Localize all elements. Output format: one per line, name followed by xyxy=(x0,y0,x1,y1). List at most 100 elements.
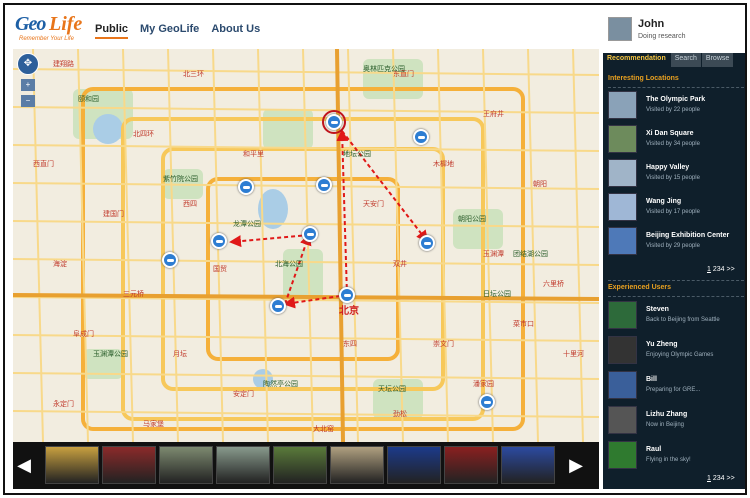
map-park-label: 日坛公园 xyxy=(483,291,511,298)
tab-search[interactable]: Search xyxy=(670,53,701,67)
map-view[interactable]: 建翔路 北三环 北四环 西直门 东直门 木樨地 建国门 西四 和平里 天安门 王府井 朝阳 海淀 三元桥国… xyxy=(13,49,599,442)
water-area xyxy=(93,114,123,144)
page-link[interactable]: 1 xyxy=(707,266,711,273)
location-visits: Visited by 17 people xyxy=(646,209,700,215)
user-name[interactable]: John xyxy=(638,18,664,30)
filmstrip-prev-icon[interactable]: ◀ xyxy=(17,454,31,476)
photo-thumbnail[interactable] xyxy=(330,446,384,484)
photo-thumbnail[interactable] xyxy=(444,446,498,484)
location-item[interactable]: Wang Jing Visited by 17 people xyxy=(608,193,744,223)
location-item[interactable]: Beijing Exhibition Center Visited by 29 … xyxy=(608,227,744,257)
location-title[interactable]: Happy Valley xyxy=(646,164,689,171)
location-marker[interactable] xyxy=(162,252,178,268)
avatar[interactable] xyxy=(608,371,637,399)
nav-my-geolife[interactable]: My GeoLife xyxy=(140,23,199,39)
photo-thumbnail[interactable] xyxy=(216,446,270,484)
photo-thumbnail[interactable] xyxy=(273,446,327,484)
divider xyxy=(608,280,744,281)
expert-user-status: Preparing for GRE... xyxy=(646,387,701,393)
photo-thumbnail[interactable] xyxy=(501,446,555,484)
map-road-label: 和平里 xyxy=(243,151,264,158)
app-frame: Geo Life Remember Your Life Public My Ge… xyxy=(3,3,747,495)
photo-thumbnail[interactable] xyxy=(102,446,156,484)
route-arrow xyxy=(229,234,310,248)
street xyxy=(347,49,359,442)
location-title[interactable]: The Olympic Park xyxy=(646,96,705,103)
page-next-link[interactable]: >> xyxy=(727,266,735,273)
expert-user-status: Flying in the sky! xyxy=(646,457,691,463)
map-road-label: 三元桥 xyxy=(123,291,144,298)
location-thumbnail[interactable] xyxy=(608,91,637,119)
location-thumbnail[interactable] xyxy=(608,227,637,255)
location-item[interactable]: Xi Dan Square Visited by 34 people xyxy=(608,125,744,155)
expert-user-name[interactable]: Bill xyxy=(646,376,657,383)
logo-text-accent: Life xyxy=(49,13,83,35)
location-thumbnail[interactable] xyxy=(608,159,637,187)
page-next-link[interactable]: >> xyxy=(727,475,735,482)
expert-user-name[interactable]: Lizhu Zhang xyxy=(646,411,687,418)
map-road-label: 木樨地 xyxy=(433,161,454,168)
expert-user-item[interactable]: Yu Zheng Enjoying Olympic Games xyxy=(608,336,744,366)
location-marker[interactable] xyxy=(211,233,227,249)
map-roads xyxy=(13,49,599,442)
zoom-in-icon[interactable]: + xyxy=(21,79,35,91)
photo-thumbnail[interactable] xyxy=(159,446,213,484)
photo-thumbnail[interactable] xyxy=(387,446,441,484)
filmstrip-next-icon[interactable]: ▶ xyxy=(569,454,583,476)
location-item[interactable]: The Olympic Park Visited by 22 people xyxy=(608,91,744,121)
location-marker[interactable] xyxy=(339,287,355,303)
location-thumbnail[interactable] xyxy=(608,193,637,221)
expert-user-name[interactable]: Raul xyxy=(646,446,661,453)
street xyxy=(13,334,599,342)
location-title[interactable]: Wang Jing xyxy=(646,198,681,205)
logo-text: Geo xyxy=(15,13,46,35)
location-item[interactable]: Happy Valley Visited by 15 people xyxy=(608,159,744,189)
side-panel: Recommendation Search Browse Interesting… xyxy=(603,53,745,489)
map-park-label: 团结湖公园 xyxy=(513,251,548,258)
location-marker[interactable] xyxy=(270,298,286,314)
expert-user-name[interactable]: Steven xyxy=(646,306,669,313)
street xyxy=(302,49,314,442)
photo-thumbnail[interactable] xyxy=(45,446,99,484)
park-area xyxy=(283,249,323,299)
avatar[interactable] xyxy=(608,406,637,434)
geolife-logo[interactable]: Geo Life Remember Your Life xyxy=(15,13,85,43)
nav-public[interactable]: Public xyxy=(95,23,129,39)
location-marker[interactable] xyxy=(419,235,435,251)
nav-about-us[interactable]: About Us xyxy=(211,23,260,39)
selected-location-marker[interactable] xyxy=(322,110,346,134)
location-marker[interactable] xyxy=(302,226,318,242)
expert-user-item[interactable]: Raul Flying in the sky! xyxy=(608,441,744,471)
map-road-label: 阜成门 xyxy=(73,331,94,338)
location-marker[interactable] xyxy=(238,179,254,195)
location-marker[interactable] xyxy=(479,394,495,410)
pan-control-icon[interactable]: ✥ xyxy=(17,53,39,75)
location-thumbnail[interactable] xyxy=(608,125,637,153)
page-link[interactable]: 4 xyxy=(721,475,725,482)
zoom-out-icon[interactable]: − xyxy=(21,95,35,107)
filmstrip-thumbnails xyxy=(45,446,555,484)
map-park-label: 玉渊潭公园 xyxy=(93,351,128,358)
location-marker[interactable] xyxy=(316,177,332,193)
location-visits: Visited by 34 people xyxy=(646,141,700,147)
map-road-label: 天安门 xyxy=(363,201,384,208)
map-road-label: 建国门 xyxy=(103,211,124,218)
tab-browse[interactable]: Browse xyxy=(701,53,734,67)
expert-user-item[interactable]: Lizhu Zhang Now in Beijing xyxy=(608,406,744,436)
expert-user-item[interactable]: Steven Back to Beijing from Seattle xyxy=(608,301,744,331)
page-link[interactable]: 4 xyxy=(721,266,725,273)
page-link[interactable]: 1 xyxy=(707,475,711,482)
location-title[interactable]: Beijing Exhibition Center xyxy=(646,232,729,239)
expert-user-name[interactable]: Yu Zheng xyxy=(646,341,678,348)
avatar[interactable] xyxy=(608,17,632,41)
location-visits: Visited by 22 people xyxy=(646,107,700,113)
tab-recommendation[interactable]: Recommendation xyxy=(603,53,670,67)
avatar[interactable] xyxy=(608,441,637,469)
logo-tagline: Remember Your Life xyxy=(19,36,74,42)
location-title[interactable]: Xi Dan Square xyxy=(646,130,693,137)
location-marker[interactable] xyxy=(413,129,429,145)
expert-user-item[interactable]: Bill Preparing for GRE... xyxy=(608,371,744,401)
avatar[interactable] xyxy=(608,301,637,329)
avatar[interactable] xyxy=(608,336,637,364)
map-road-label: 劲松 xyxy=(393,411,407,418)
